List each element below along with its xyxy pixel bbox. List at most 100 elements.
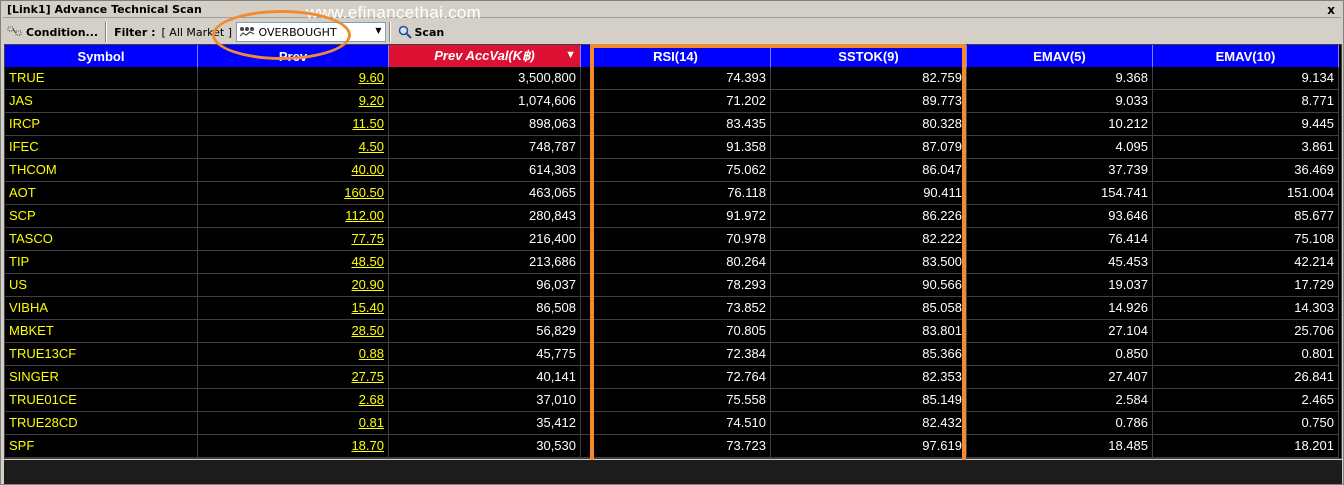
cell-emav5: 76.414	[967, 228, 1153, 251]
cell-prev-accval: 614,303	[389, 159, 581, 182]
cell-symbol[interactable]: IFEC	[5, 136, 198, 159]
cell-prev[interactable]: 11.50	[198, 113, 389, 136]
cell-emav5: 37.739	[967, 159, 1153, 182]
cell-symbol[interactable]: MBKET	[5, 320, 198, 343]
cell-emav5: 154.741	[967, 182, 1153, 205]
cell-symbol[interactable]: IRCP	[5, 113, 198, 136]
cell-emav5: 14.926	[967, 297, 1153, 320]
cell-prev[interactable]: 48.50	[198, 251, 389, 274]
close-icon[interactable]: x	[1327, 3, 1335, 17]
cell-emav5: 0.850	[967, 343, 1153, 366]
table-row[interactable]: SPF 18.70 30,530 73.723 97.619 18.485 18.201	[5, 435, 1339, 458]
table-row[interactable]: TRUE01CE 2.68 37,010 75.558 85.149 2.584 2.465	[5, 389, 1339, 412]
cell-prev-accval: 56,829	[389, 320, 581, 343]
table-row[interactable]: TIP 48.50 213,686 80.264 83.500 45.453 42.214	[5, 251, 1339, 274]
table-row[interactable]: IFEC 4.50 748,787 91.358 87.079 4.095 3.861	[5, 136, 1339, 159]
scan-button[interactable]: Scan	[394, 21, 449, 43]
cell-emav5: 18.485	[967, 435, 1153, 458]
column-header-prev-accval[interactable]: Prev AccVal(K฿) ▼	[389, 45, 581, 67]
table-row[interactable]: TRUE13CF 0.88 45,775 72.384 85.366 0.850 0.801	[5, 343, 1339, 366]
cell-prev[interactable]: 20.90	[198, 274, 389, 297]
table-row[interactable]: THCOM 40.00 614,303 75.062 86.047 37.739 36.46…	[5, 159, 1339, 182]
table-row[interactable]: SCP 112.00 280,843 91.972 86.226 93.646 85.677	[5, 205, 1339, 228]
cell-prev[interactable]: 0.88	[198, 343, 389, 366]
cell-symbol[interactable]: SPF	[5, 435, 198, 458]
column-header-prev[interactable]: Prev	[198, 45, 389, 67]
column-header-symbol[interactable]: Symbol	[5, 45, 198, 67]
advance-technical-scan-window: [Link1] Advance Technical Scan x www.efi…	[0, 0, 1344, 485]
cell-prev[interactable]: 9.60	[198, 67, 389, 90]
toolbar-separator	[105, 22, 108, 42]
column-header-sstok[interactable]: SSTOK(9)	[771, 45, 967, 67]
table-row[interactable]: AOT 160.50 463,065 76.118 90.411 154.741 151.0…	[5, 182, 1339, 205]
cell-symbol[interactable]: TRUE01CE	[5, 389, 198, 412]
cell-symbol[interactable]: TRUE	[5, 67, 198, 90]
cell-prev-accval: 37,010	[389, 389, 581, 412]
cell-prev[interactable]: 28.50	[198, 320, 389, 343]
column-header-rsi[interactable]: RSI(14)	[581, 45, 771, 67]
cell-prev[interactable]: 18.70	[198, 435, 389, 458]
cell-prev-accval: 463,065	[389, 182, 581, 205]
column-header-emav10[interactable]: EMAV(10)	[1153, 45, 1339, 67]
cell-rsi: 70.805	[581, 320, 771, 343]
cell-symbol[interactable]: TIP	[5, 251, 198, 274]
table-row[interactable]: TRUE 9.60 3,500,800 74.393 82.759 9.368 9.134	[5, 67, 1339, 90]
cell-prev[interactable]: 15.40	[198, 297, 389, 320]
cell-sstok: 82.222	[771, 228, 967, 251]
table-row[interactable]: IRCP 11.50 898,063 83.435 80.328 10.212 9.445	[5, 113, 1339, 136]
cell-prev[interactable]: 40.00	[198, 159, 389, 182]
toolbar: Condition... Filter : [ All Market ] OVE…	[3, 19, 1341, 45]
table-row[interactable]: MBKET 28.50 56,829 70.805 83.801 27.104 25.706	[5, 320, 1339, 343]
cell-sstok: 83.801	[771, 320, 967, 343]
cell-symbol[interactable]: VIBHA	[5, 297, 198, 320]
cell-emav10: 42.214	[1153, 251, 1339, 274]
cell-emav10: 9.134	[1153, 67, 1339, 90]
cell-prev[interactable]: 160.50	[198, 182, 389, 205]
cell-prev-accval: 898,063	[389, 113, 581, 136]
magnifier-icon	[398, 25, 412, 39]
table-row[interactable]: SINGER 27.75 40,141 72.764 82.353 27.407 26.84…	[5, 366, 1339, 389]
title-bar: [Link1] Advance Technical Scan x	[3, 2, 1341, 18]
cell-symbol[interactable]: US	[5, 274, 198, 297]
cell-sstok: 87.079	[771, 136, 967, 159]
cell-symbol[interactable]: TASCO	[5, 228, 198, 251]
table-row[interactable]: VIBHA 15.40 86,508 73.852 85.058 14.926 14.303	[5, 297, 1339, 320]
cell-emav10: 17.729	[1153, 274, 1339, 297]
cell-prev[interactable]: 4.50	[198, 136, 389, 159]
cell-symbol[interactable]: THCOM	[5, 159, 198, 182]
cell-emav10: 8.771	[1153, 90, 1339, 113]
cell-symbol[interactable]: SCP	[5, 205, 198, 228]
cell-symbol[interactable]: SINGER	[5, 366, 198, 389]
table-row[interactable]: US 20.90 96,037 78.293 90.566 19.037 17.729	[5, 274, 1339, 297]
cell-symbol[interactable]: TRUE28CD	[5, 412, 198, 435]
filter-market-value[interactable]: [ All Market ]	[160, 26, 232, 39]
table-row[interactable]: TASCO 77.75 216,400 70.978 82.222 76.414 75.10…	[5, 228, 1339, 251]
cell-prev-accval: 213,686	[389, 251, 581, 274]
cell-symbol[interactable]: AOT	[5, 182, 198, 205]
cell-rsi: 72.764	[581, 366, 771, 389]
table-row[interactable]: TRUE28CD 0.81 35,412 74.510 82.432 0.786 0.750	[5, 412, 1339, 435]
cell-emav5: 45.453	[967, 251, 1153, 274]
chevron-down-icon[interactable]: ▼	[375, 26, 381, 35]
cell-emav10: 25.706	[1153, 320, 1339, 343]
cell-prev[interactable]: 27.75	[198, 366, 389, 389]
cell-rsi: 74.510	[581, 412, 771, 435]
cell-prev[interactable]: 77.75	[198, 228, 389, 251]
column-header-emav5[interactable]: EMAV(5)	[967, 45, 1153, 67]
cell-emav10: 36.469	[1153, 159, 1339, 182]
cell-prev[interactable]: 9.20	[198, 90, 389, 113]
scan-type-icon	[239, 27, 254, 37]
cell-symbol[interactable]: JAS	[5, 90, 198, 113]
table-row[interactable]: JAS 9.20 1,074,606 71.202 89.773 9.033 8.771	[5, 90, 1339, 113]
cell-prev[interactable]: 112.00	[198, 205, 389, 228]
cell-sstok: 90.566	[771, 274, 967, 297]
cell-symbol[interactable]: TRUE13CF	[5, 343, 198, 366]
column-header-prev-accval-label: Prev AccVal(K฿)	[434, 48, 535, 63]
cell-prev[interactable]: 0.81	[198, 412, 389, 435]
condition-button[interactable]: Condition...	[3, 21, 102, 43]
cell-prev-accval: 216,400	[389, 228, 581, 251]
cell-emav10: 18.201	[1153, 435, 1339, 458]
cell-sstok: 82.759	[771, 67, 967, 90]
cell-prev[interactable]: 2.68	[198, 389, 389, 412]
scan-type-dropdown[interactable]: OVERBOUGHT ▼	[235, 22, 386, 42]
